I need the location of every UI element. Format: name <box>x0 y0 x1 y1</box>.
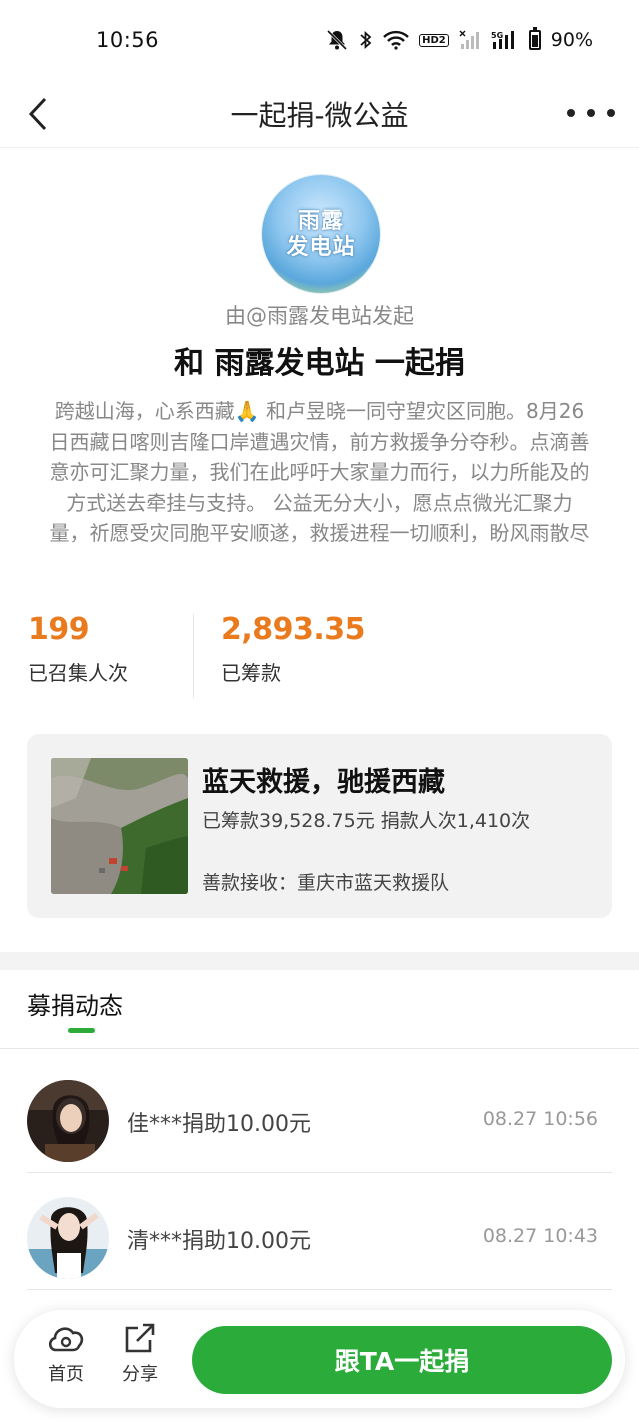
project-receiver: 善款接收：重庆市蓝天救援队 <box>202 872 450 894</box>
svg-text:5G: 5G <box>491 31 503 40</box>
initiator-logo: 雨露 发电站 <box>286 208 356 260</box>
avatar[interactable] <box>27 1080 109 1162</box>
more-dot-icon <box>607 109 615 117</box>
chevron-left-icon <box>28 97 47 131</box>
project-title: 蓝天救援，驰援西藏 <box>202 767 445 798</box>
tab-active-indicator <box>68 1028 95 1033</box>
more-options-button[interactable] <box>567 98 615 128</box>
home-button[interactable]: 首页 <box>40 1322 92 1396</box>
people-count-label: 已召集人次 <box>28 661 128 685</box>
share-icon <box>125 1323 155 1353</box>
wifi-icon <box>383 30 409 50</box>
back-button[interactable] <box>18 90 58 138</box>
status-time: 10:56 <box>96 28 160 52</box>
stats-divider <box>193 614 194 698</box>
list-item: 佳***捐助10.00元 08.27 10:56 <box>27 1056 612 1173</box>
page-title: 一起捐-微公益 <box>230 98 409 132</box>
donation-text: 清***捐助10.00元 <box>127 1229 311 1254</box>
status-icons: HD2 5G 90% <box>325 27 593 51</box>
share-button[interactable]: 分享 <box>114 1322 166 1396</box>
initiated-by-text[interactable]: 由@雨露发电站发起 <box>0 300 639 330</box>
bottom-action-bar: 首页 分享 跟TA一起捐 <box>14 1310 625 1408</box>
donation-time: 08.27 10:56 <box>482 1108 598 1130</box>
list-item: 清***捐助10.00元 08.27 10:43 <box>27 1173 612 1290</box>
more-dot-icon <box>567 109 575 117</box>
people-count-value: 199 <box>28 612 90 647</box>
campaign-headline: 和 雨露发电站 一起捐 <box>174 346 465 381</box>
project-card[interactable]: 蓝天救援，驰援西藏 已筹款39,528.75元 捐款人次1,410次 善款接收：… <box>27 734 612 918</box>
project-stats: 已筹款39,528.75元 捐款人次1,410次 <box>202 810 531 832</box>
stats-row: 199 已召集人次 2,893.35 已筹款 <box>0 612 639 698</box>
landslide-photo <box>51 758 188 894</box>
bluetooth-icon <box>359 29 373 51</box>
share-label: 分享 <box>122 1364 158 1385</box>
donor-photo <box>27 1197 109 1279</box>
donor-photo <box>27 1080 109 1162</box>
avatar[interactable] <box>27 1197 109 1279</box>
project-thumbnail <box>51 758 188 894</box>
signal-weak-icon <box>459 30 481 50</box>
home-cloud-icon <box>48 1327 84 1352</box>
donation-time: 08.27 10:43 <box>482 1225 598 1247</box>
mute-bell-icon <box>325 29 349 51</box>
battery-icon <box>528 27 541 50</box>
hd-badge: HD2 <box>419 33 449 47</box>
donation-text: 佳***捐助10.00元 <box>127 1112 311 1137</box>
status-bar: 10:56 HD2 5G 90% <box>0 0 639 80</box>
tab-divider <box>0 1048 639 1049</box>
tab-donation-feed[interactable]: 募捐动态 <box>27 986 123 1021</box>
amount-raised-label: 已筹款 <box>221 661 281 685</box>
donate-together-button[interactable]: 跟TA一起捐 <box>192 1326 612 1394</box>
campaign-description: 跨越山海，心系西藏🙏 和卢昱晓一同守望灾区同胞。8月26日西藏日喀则吉隆口岸遭遇… <box>49 399 590 546</box>
amount-raised-stat: 2,893.35 已筹款 <box>221 612 366 686</box>
signal-5g-icon: 5G <box>491 30 519 50</box>
people-count-stat: 199 已召集人次 <box>28 612 128 686</box>
amount-raised-value: 2,893.35 <box>221 612 366 647</box>
nav-bar: 一起捐-微公益 <box>0 80 639 148</box>
more-dot-icon <box>587 109 595 117</box>
section-divider <box>0 952 639 970</box>
battery-level: 90% <box>550 29 593 51</box>
home-label: 首页 <box>48 1364 84 1385</box>
initiator-avatar[interactable]: 雨露 发电站 <box>262 175 380 293</box>
